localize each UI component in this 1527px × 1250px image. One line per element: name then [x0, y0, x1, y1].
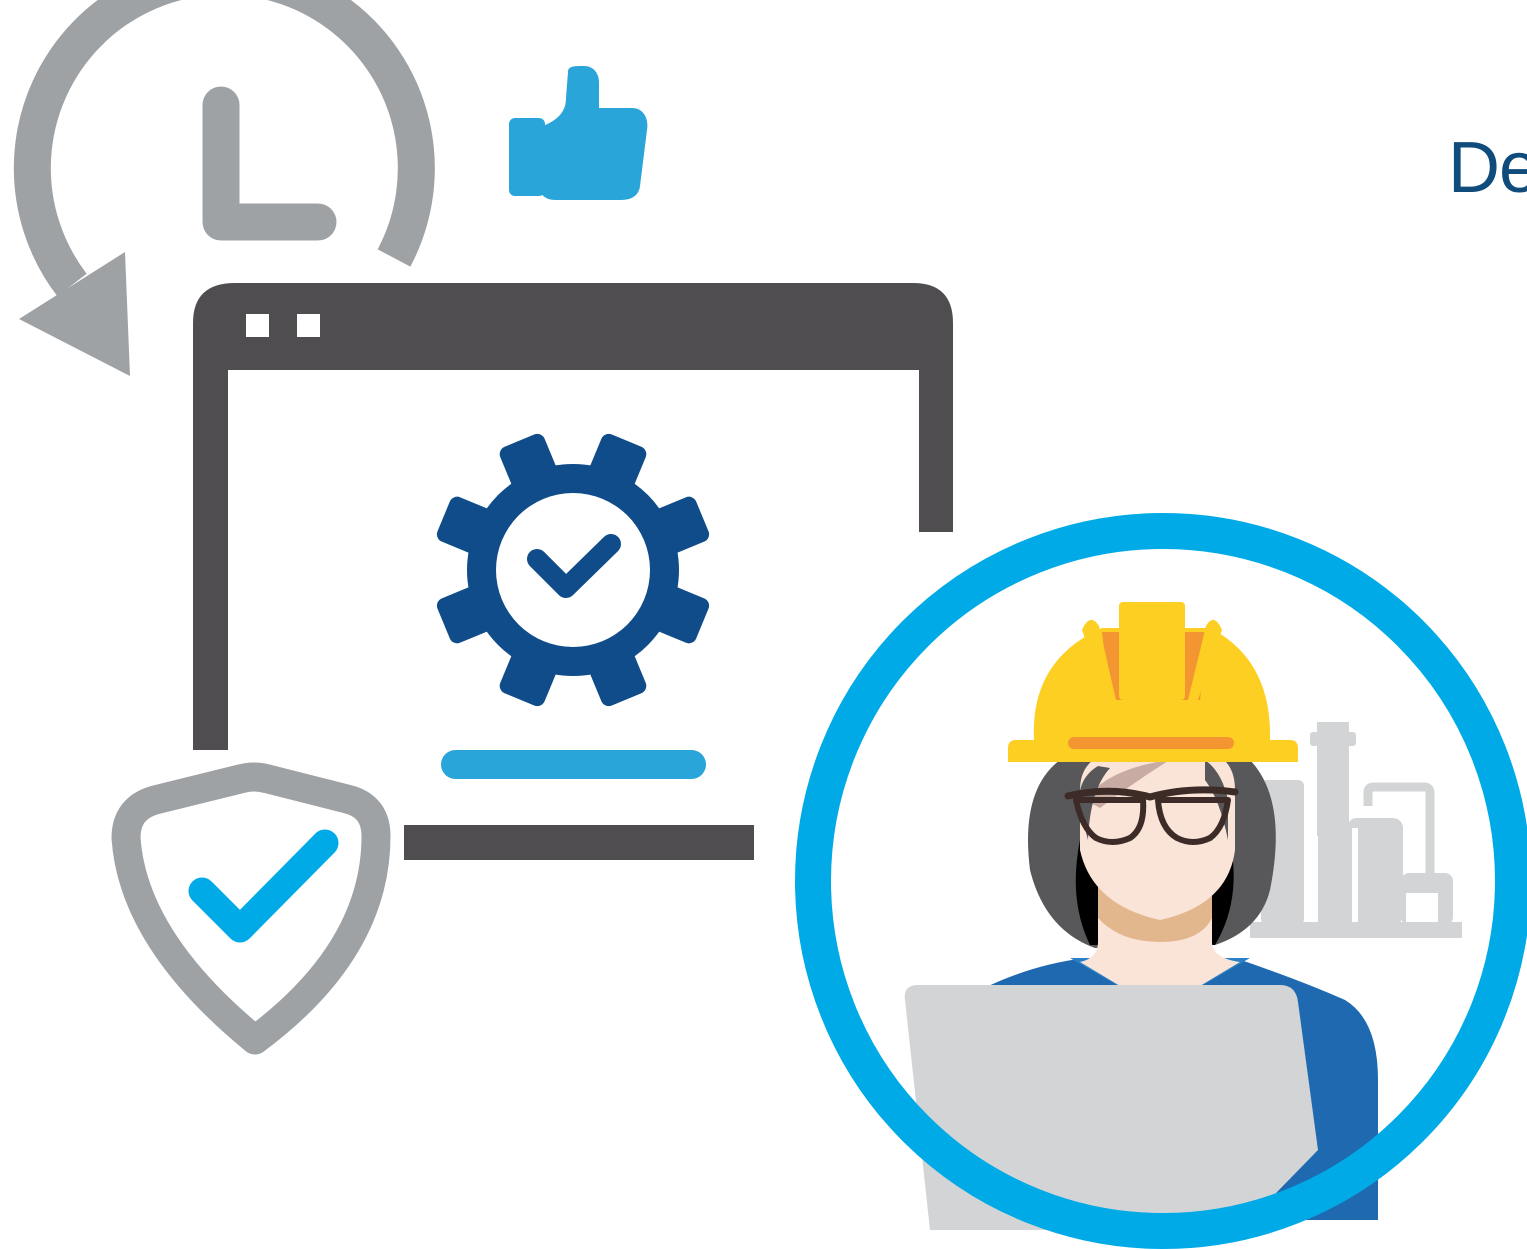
gear-check-icon — [436, 433, 710, 707]
illustration-canvas — [13, 0, 1527, 1249]
window-dot-icon — [297, 314, 320, 337]
thumbs-up-icon — [509, 66, 648, 200]
engineer-avatar-icon — [795, 513, 1527, 1249]
laptop-icon — [904, 985, 1318, 1230]
illustration-stage: De — [0, 0, 1527, 1250]
page-heading: De — [1448, 128, 1527, 208]
progress-bar-icon — [441, 750, 706, 779]
shield-check-icon — [111, 762, 391, 1055]
window-dot-icon — [246, 314, 269, 337]
